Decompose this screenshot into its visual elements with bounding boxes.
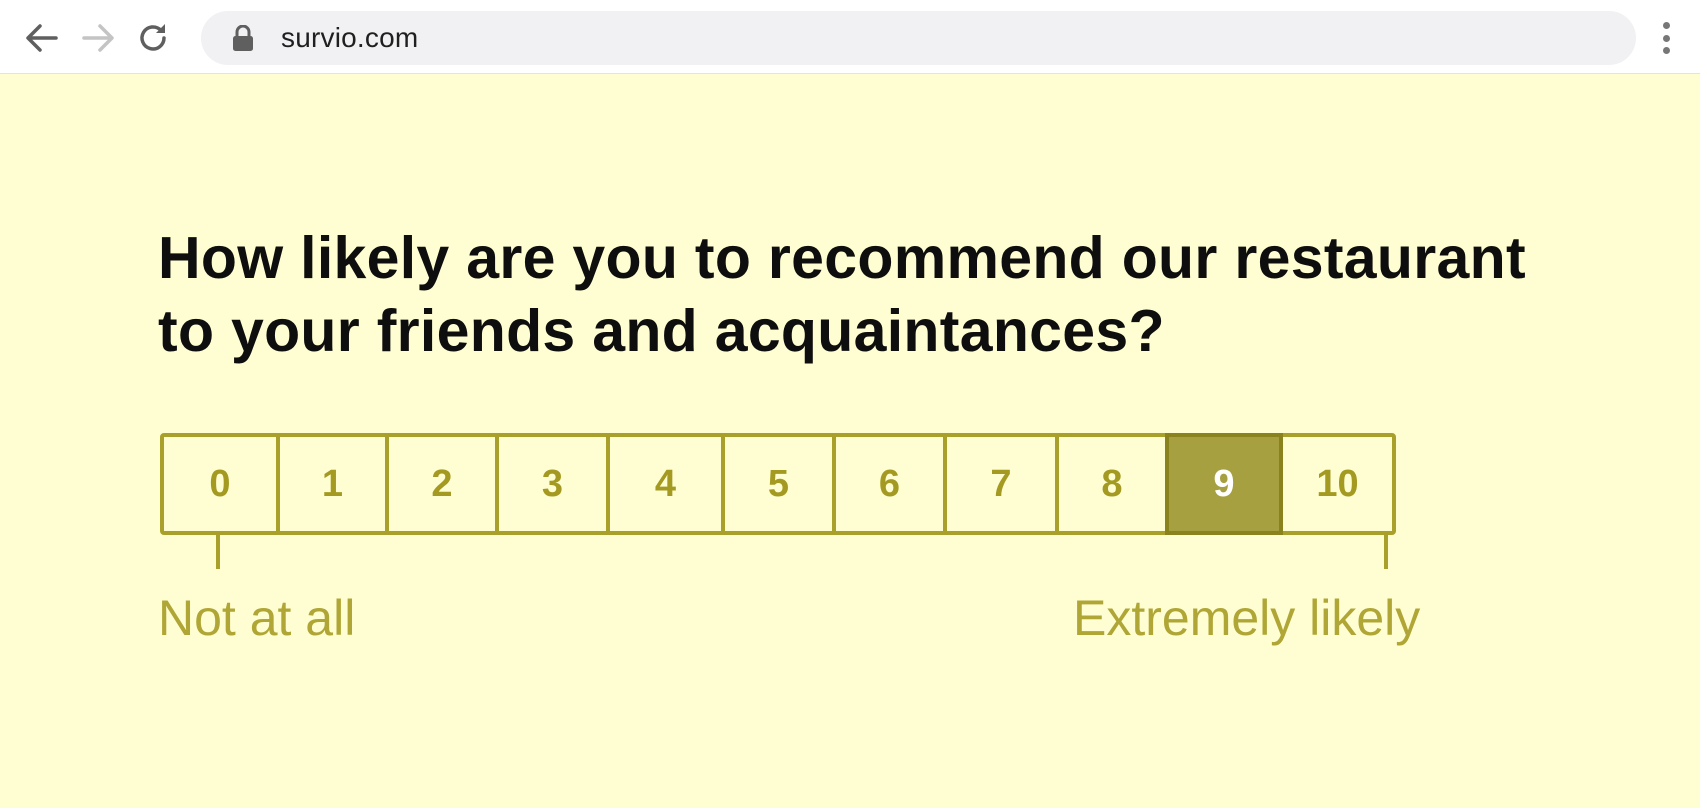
menu-dot-icon (1662, 22, 1670, 29)
scale-option-10[interactable]: 10 (1279, 433, 1396, 535)
scale-option-0[interactable]: 0 (160, 433, 280, 535)
menu-dot-icon (1662, 34, 1670, 42)
nps-scale: 0 1 2 3 4 5 6 7 8 9 10 (160, 433, 1396, 535)
reload-icon (140, 24, 166, 51)
scale-option-2[interactable]: 2 (385, 433, 499, 535)
high-end-label: Extremely likely (1073, 590, 1421, 646)
scale-option-6[interactable]: 6 (832, 433, 947, 535)
scale-option-5[interactable]: 5 (721, 433, 836, 535)
scale-option-1[interactable]: 1 (276, 433, 389, 535)
survey-question: How likely are you to recommend our rest… (158, 225, 1526, 364)
scale-option-7[interactable]: 7 (943, 433, 1059, 535)
arrow-left-icon (26, 24, 58, 52)
back-button[interactable] (20, 16, 64, 60)
scale-option-8[interactable]: 8 (1055, 433, 1169, 535)
browser-toolbar: survio.com (0, 0, 1700, 74)
scale-option-4[interactable]: 4 (606, 433, 725, 535)
low-end-label: Not at all (158, 590, 356, 646)
browser-menu-button[interactable] (1656, 18, 1676, 58)
low-end-tick (216, 533, 220, 569)
high-end-tick (1384, 533, 1388, 569)
arrow-right-icon (82, 24, 114, 52)
address-bar[interactable]: survio.com (201, 11, 1636, 65)
scale-option-3[interactable]: 3 (495, 433, 610, 535)
scale-option-9[interactable]: 9 (1165, 433, 1283, 535)
forward-button[interactable] (76, 16, 120, 60)
menu-dot-icon (1662, 47, 1670, 54)
url-text: survio.com (281, 22, 419, 53)
lock-icon (233, 25, 253, 51)
reload-button[interactable] (131, 16, 175, 60)
